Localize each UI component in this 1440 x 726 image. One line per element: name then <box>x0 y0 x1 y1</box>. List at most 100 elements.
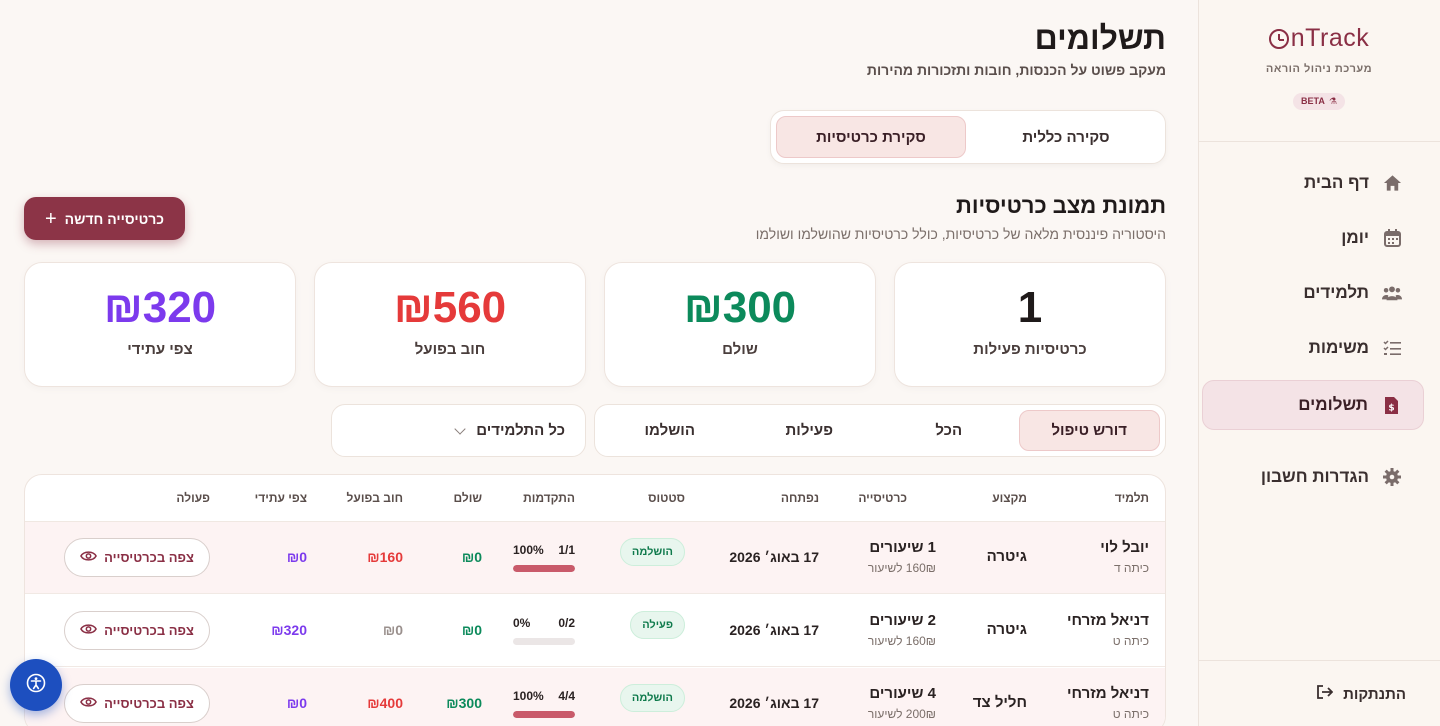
progress-percent: 100% <box>513 689 544 703</box>
student-cell: דניאל מזרחי כיתה ט <box>1067 685 1149 721</box>
view-card-button[interactable]: צפה בכרטיסייה <box>64 684 210 723</box>
student-cell: יובל לוי כיתה ד <box>1100 539 1149 575</box>
action-cell: צפה בכרטיסייה <box>64 684 210 723</box>
action-cell: צפה בכרטיסייה <box>64 611 210 650</box>
status-badge: הושלמה <box>619 684 685 712</box>
section-subtitle: היסטוריה פיננסית מלאה של כרטיסיות, כולל … <box>755 226 1166 242</box>
logout-label: התנתקות <box>1343 685 1406 703</box>
logout-button[interactable]: התנתקות <box>1317 672 1424 716</box>
logout-icon <box>1317 685 1334 703</box>
forecast-amount: ₪320 <box>271 622 307 638</box>
progress-count: 4/4 <box>558 689 575 703</box>
subject-cell: גיטרה <box>986 548 1027 565</box>
student-grade: כיתה ט <box>1112 707 1149 721</box>
opened-date: 17 באוג׳ 2026 <box>729 695 819 711</box>
forecast-amount: ₪0 <box>286 549 307 565</box>
sidebar-item-calendar[interactable]: יומן <box>1202 213 1424 263</box>
new-card-label: כרטיסייה חדשה <box>64 210 165 227</box>
beta-label: BETA <box>1301 96 1325 106</box>
sidebar-divider <box>1198 660 1440 661</box>
student-grade: כיתה ד <box>1113 561 1149 575</box>
progress-bar <box>513 638 575 645</box>
sidebar-item-students[interactable]: תלמידים <box>1202 268 1424 318</box>
lesson-count: 2 שיעורים <box>869 612 936 629</box>
stat-value: ₪300 <box>683 283 797 332</box>
status-badge: הושלמה <box>619 538 685 566</box>
status-cell: הושלמה <box>619 684 685 712</box>
sidebar-item-label: הגדרות חשבון <box>1260 467 1369 486</box>
stat-label: צפי עתידי <box>127 341 193 358</box>
opened-date: 17 באוג׳ 2026 <box>729 622 819 638</box>
tab-needs-attention[interactable]: דורש טיפול <box>1018 410 1160 451</box>
student-name: יובל לוי <box>1100 539 1149 556</box>
column-header-status: סטטוס <box>648 491 685 505</box>
calendar-icon <box>1382 228 1402 248</box>
forecast-amount: ₪0 <box>286 695 307 711</box>
progress-cell: 4/4 100% <box>513 689 575 718</box>
sidebar-item-settings[interactable]: הגדרות חשבון <box>1202 452 1424 502</box>
stat-value: ₪560 <box>393 283 507 332</box>
student-name: דניאל מזרחי <box>1067 685 1149 702</box>
stat-label: חוב בפועל <box>414 341 486 358</box>
logo-subtitle: מערכת ניהול הוראה <box>1265 62 1373 75</box>
sidebar-item-label: דף הבית <box>1304 173 1369 192</box>
column-header-forecast: צפי עתידי <box>254 491 307 505</box>
clock-icon <box>1268 28 1289 49</box>
debt-amount: ₪400 <box>367 695 403 711</box>
sidebar-item-payments[interactable]: $ תשלומים <box>1202 380 1424 430</box>
student-cell: דניאל מזרחי כיתה ט <box>1067 612 1149 648</box>
eye-icon <box>80 550 97 565</box>
progress-fill <box>513 711 575 718</box>
users-icon <box>1382 283 1402 303</box>
sidebar-item-home[interactable]: דף הבית <box>1202 158 1424 208</box>
new-card-button[interactable]: כרטיסייה חדשה + <box>24 197 185 240</box>
flask-icon: ⚗ <box>1328 95 1337 106</box>
opened-date: 17 באוג׳ 2026 <box>729 549 819 565</box>
progress-count: 0/2 <box>558 616 575 630</box>
page-title: תשלומים <box>1034 20 1166 56</box>
view-toggle: סקירה כללית סקירת כרטיסיות <box>770 110 1166 164</box>
tasks-icon <box>1382 338 1402 358</box>
tab-completed[interactable]: הושלמו <box>600 410 740 451</box>
section-title: תמונת מצב כרטיסיות <box>956 193 1166 218</box>
sidebar-item-label: תלמידים <box>1303 283 1369 302</box>
cards-table: תלמיד מקצוע כרטיסייה נפתחה סטטוס התקדמות… <box>24 474 1166 726</box>
status-filter-tabs: דורש טיפול הכל פעילות הושלמו <box>594 404 1166 457</box>
progress-bar <box>513 711 575 718</box>
column-header-student: תלמיד <box>1114 491 1149 505</box>
progress-cell: 0/2 0% <box>513 616 575 645</box>
logo-text: nTrack <box>1290 24 1370 52</box>
stat-card-forecast: ₪320 צפי עתידי <box>24 262 296 387</box>
view-card-button[interactable]: צפה בכרטיסייה <box>64 538 210 577</box>
payment-icon: $ <box>1381 395 1401 415</box>
progress-count: 1/1 <box>558 543 575 557</box>
sidebar: nTrack מערכת ניהול הוראה BETA ⚗ דף הבית … <box>1198 0 1440 726</box>
student-select[interactable]: כל התלמידים <box>331 404 586 457</box>
table-row: יובל לוי כיתה ד גיטרה 1 שיעורים 160₪ לשי… <box>25 522 1165 594</box>
sidebar-item-tasks[interactable]: משימות <box>1202 323 1424 373</box>
view-card-label: צפה בכרטיסייה <box>104 696 194 711</box>
column-header-subject: מקצוע <box>992 491 1027 505</box>
accessibility-button[interactable] <box>10 659 62 711</box>
progress-percent: 0% <box>513 616 531 630</box>
progress-bar <box>513 565 575 572</box>
view-card-button[interactable]: צפה בכרטיסייה <box>64 611 210 650</box>
card-cell: 1 שיעורים 160₪ לשיעור <box>868 539 936 575</box>
student-name: דניאל מזרחי <box>1067 612 1149 629</box>
tab-active[interactable]: פעילות <box>740 410 880 451</box>
stat-label: כרטיסיות פעילות <box>973 341 1087 358</box>
tab-cards-overview[interactable]: סקירת כרטיסיות <box>776 116 966 158</box>
debt-amount: ₪160 <box>367 549 403 565</box>
table-row: דניאל מזרחי כיתה ט חליל צד 4 שיעורים 200… <box>25 668 1165 726</box>
paid-amount: ₪0 <box>461 549 482 565</box>
column-header-debt: חוב בפועל <box>346 491 403 505</box>
paid-amount: ₪0 <box>461 622 482 638</box>
paid-amount: ₪300 <box>446 695 482 711</box>
chevron-down-icon <box>454 422 466 435</box>
tab-overview[interactable]: סקירה כללית <box>972 116 1160 158</box>
eye-icon <box>80 623 97 638</box>
progress-cell: 1/1 100% <box>513 543 575 572</box>
tab-all[interactable]: הכל <box>879 410 1019 451</box>
student-grade: כיתה ט <box>1112 634 1149 648</box>
main-content: תשלומים מעקב פשוט על הכנסות, חובות ותזכו… <box>0 0 1198 726</box>
